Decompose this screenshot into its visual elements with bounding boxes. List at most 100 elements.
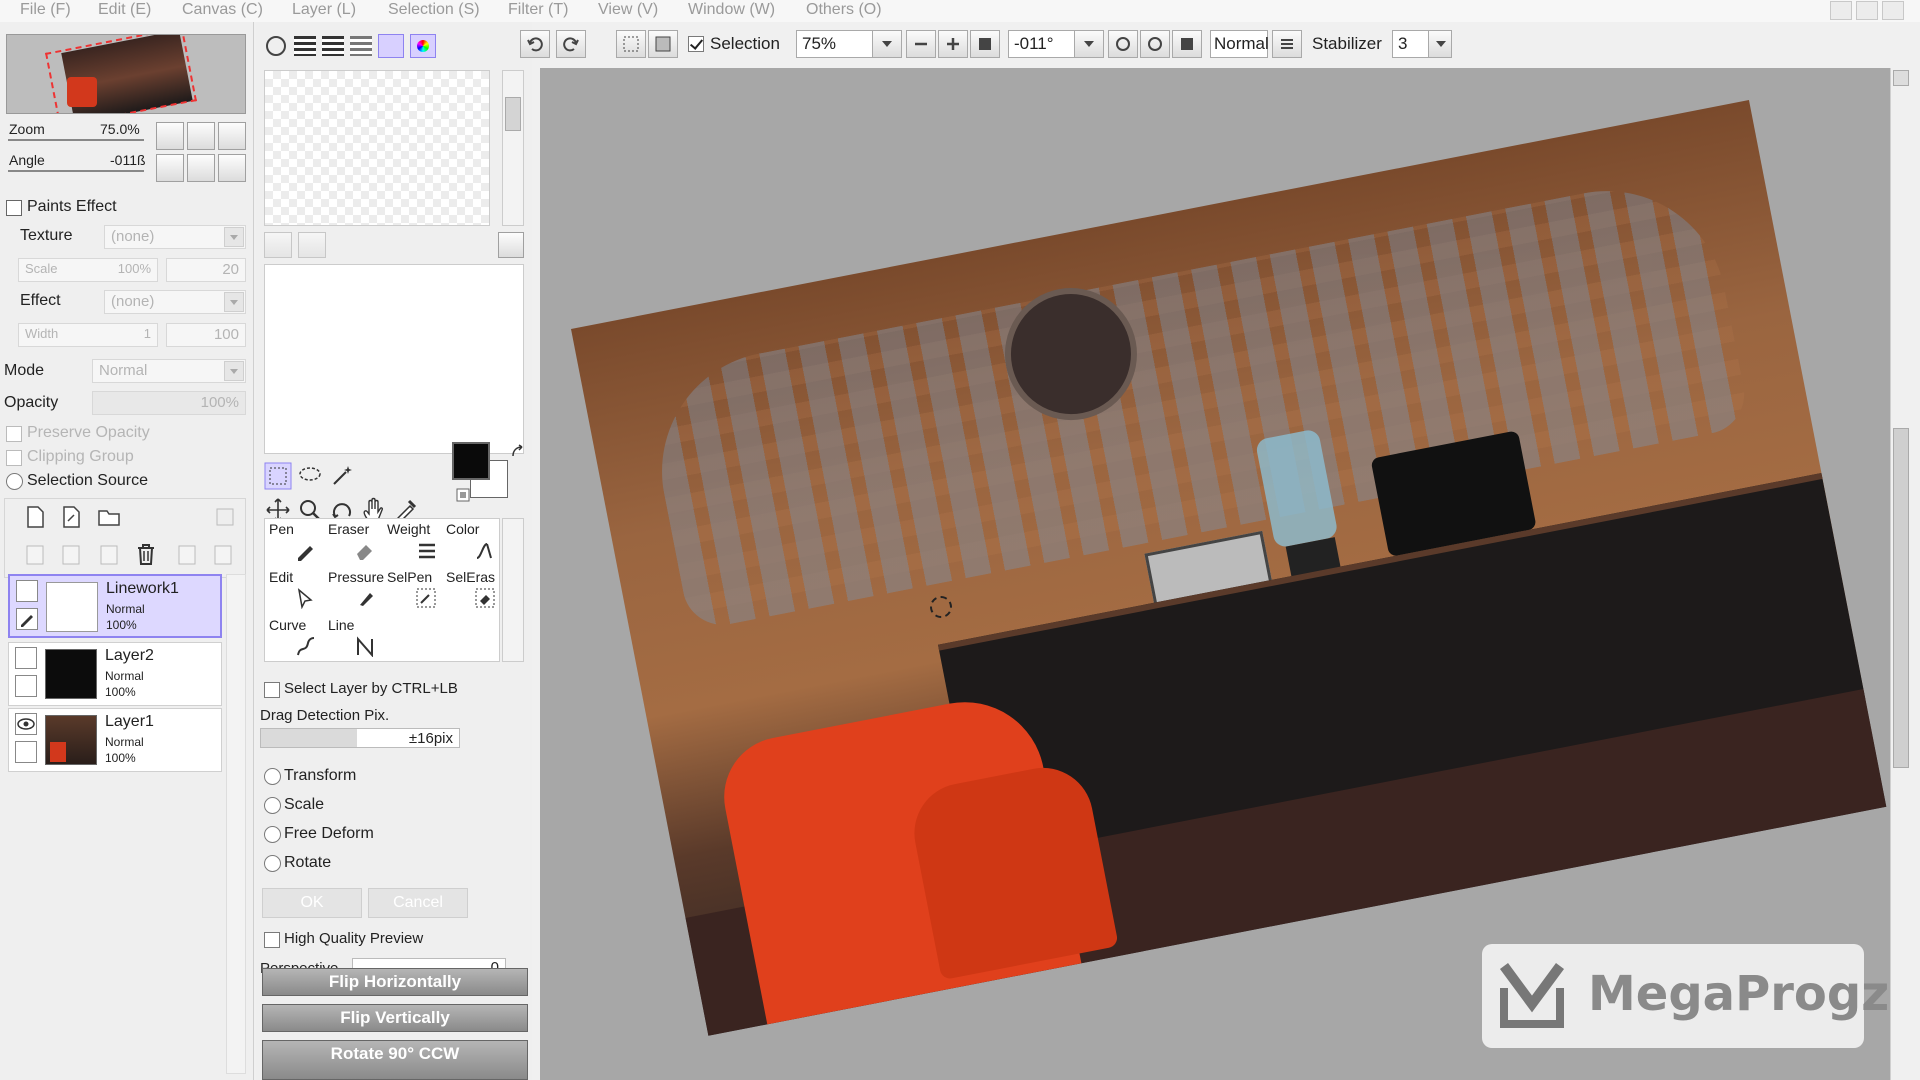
free-deform-radio[interactable] — [264, 826, 281, 843]
linework-pen-icon[interactable] — [16, 608, 38, 630]
tool-color[interactable]: Color — [442, 519, 501, 567]
tool-seleras[interactable]: SelEras — [442, 567, 501, 615]
menu-file[interactable]: File (F) — [20, 1, 71, 19]
flip-horizontally-button[interactable]: Flip Horizontally — [262, 968, 528, 996]
angle-slider[interactable] — [8, 170, 144, 172]
zoom-out-button[interactable] — [156, 122, 184, 150]
menu-canvas[interactable]: Canvas (C) — [182, 1, 263, 19]
delete-layer-icon[interactable] — [133, 541, 159, 567]
tool-pen[interactable]: Pen — [265, 519, 324, 567]
width-num-field[interactable]: 100 — [166, 323, 246, 347]
layer-lock-checkbox[interactable] — [15, 741, 37, 763]
undo-button[interactable] — [520, 30, 550, 58]
new-folder-icon[interactable] — [97, 505, 121, 529]
layer-option-icon[interactable] — [215, 507, 235, 527]
blend-mode-dropdown[interactable]: Normal — [1210, 30, 1269, 58]
user-swatch-icon[interactable] — [410, 34, 436, 58]
zoom-fit-tb-button[interactable] — [970, 30, 1000, 58]
rotate-left-button[interactable] — [156, 154, 184, 182]
rotate-cw-tb-button[interactable] — [1140, 30, 1170, 58]
ok-button[interactable]: OK — [262, 888, 362, 918]
scratchpad[interactable] — [264, 264, 524, 454]
selection-checkbox[interactable] — [688, 36, 704, 52]
menu-selection[interactable]: Selection (S) — [388, 1, 480, 19]
swatches-icon[interactable] — [378, 34, 404, 58]
menu-edit[interactable]: Edit (E) — [98, 1, 151, 19]
swatch-option-button[interactable] — [498, 232, 524, 258]
clear-layer-icon[interactable] — [97, 543, 121, 567]
hsv-slider-icon[interactable] — [322, 36, 344, 56]
layer-scrollbar[interactable] — [226, 574, 246, 1074]
color-wheel-icon[interactable] — [266, 36, 286, 56]
layer-lock-checkbox[interactable] — [15, 675, 37, 697]
texture-dropdown[interactable]: (none) — [104, 225, 246, 249]
transfer-down-icon[interactable] — [23, 543, 47, 567]
rotate-reset-tb-button[interactable] — [1172, 30, 1202, 58]
cancel-button[interactable]: Cancel — [368, 888, 468, 918]
invert-selection-button[interactable] — [648, 30, 678, 58]
rotate-ccw-button[interactable]: Rotate 90° CCW — [262, 1040, 528, 1080]
tool-pressure[interactable]: Pressure — [324, 567, 384, 615]
magic-wand-icon[interactable] — [328, 462, 356, 490]
swap-colors-icon[interactable] — [510, 444, 526, 460]
angle-dropdown-arrow[interactable] — [1074, 30, 1104, 58]
merge-down-icon[interactable] — [59, 543, 83, 567]
tool-edit[interactable]: Edit — [265, 567, 324, 615]
layer-visibility-checkbox[interactable] — [16, 580, 38, 602]
swatch-area[interactable] — [264, 70, 490, 226]
clipping-group-checkbox[interactable] — [6, 450, 22, 466]
drag-detection-slider[interactable]: ±16pix — [260, 728, 460, 748]
menu-filter[interactable]: Filter (T) — [508, 1, 568, 19]
swatch-scrollbar[interactable] — [502, 70, 524, 226]
maximize-button[interactable] — [1856, 1, 1878, 20]
menu-view[interactable]: View (V) — [598, 1, 658, 19]
tool-selpen[interactable]: SelPen — [383, 567, 442, 615]
deselect-button[interactable] — [616, 30, 646, 58]
new-linework-layer-icon[interactable] — [59, 505, 83, 529]
minimize-button[interactable] — [1830, 1, 1852, 20]
tool-curve[interactable]: Curve — [265, 615, 324, 663]
preserve-opacity-checkbox[interactable] — [6, 426, 22, 442]
zoom-reset-button[interactable] — [218, 122, 246, 150]
selection-rect-icon[interactable] — [264, 462, 292, 490]
canvas-area[interactable] — [540, 68, 1890, 1080]
zoom-in-tb-button[interactable] — [938, 30, 968, 58]
menu-window[interactable]: Window (W) — [688, 1, 775, 19]
tool-line[interactable]: Line — [324, 615, 383, 663]
width-field[interactable]: Width 1 — [18, 323, 158, 347]
canvas-scrollbar[interactable] — [1890, 68, 1912, 1080]
scale-radio[interactable] — [264, 797, 281, 814]
tool-weight[interactable]: Weight — [383, 519, 442, 567]
layer-row-layer1[interactable]: Layer1 Normal 100% — [8, 708, 222, 772]
lasso-icon[interactable] — [296, 462, 324, 490]
blend-mode-arrow[interactable] — [1272, 30, 1302, 58]
scale-field[interactable]: Scale 100% — [18, 258, 158, 282]
opacity-slider[interactable]: 100% — [92, 391, 246, 415]
tool-eraser[interactable]: Eraser — [324, 519, 383, 567]
color-mixer-icon[interactable] — [350, 36, 372, 56]
scale-num-field[interactable]: 20 — [166, 258, 246, 282]
stabilizer-arrow[interactable] — [1428, 30, 1452, 58]
rotate-right-button[interactable] — [187, 154, 215, 182]
collapse-icon[interactable] — [6, 200, 22, 216]
transform-radio[interactable] — [264, 768, 281, 785]
rotate-reset-button[interactable] — [218, 154, 246, 182]
brush-scrollbar[interactable] — [502, 518, 524, 662]
navigator-thumbnail[interactable] — [6, 34, 246, 114]
undo-swatch-button[interactable] — [264, 232, 292, 258]
zoom-dropdown-arrow[interactable] — [872, 30, 902, 58]
select-layer-checkbox[interactable] — [264, 682, 280, 698]
layer-row-layer2[interactable]: Layer2 Normal 100% — [8, 642, 222, 706]
selection-source-radio[interactable] — [6, 473, 23, 490]
rgb-slider-icon[interactable] — [294, 36, 316, 56]
zoom-slider[interactable] — [8, 139, 144, 141]
redo-button[interactable] — [556, 30, 586, 58]
rotate-ccw-tb-button[interactable] — [1108, 30, 1138, 58]
layer-row-linework1[interactable]: Linework1 Normal 100% — [8, 574, 222, 638]
redo-swatch-button[interactable] — [298, 232, 326, 258]
high-quality-checkbox[interactable] — [264, 932, 280, 948]
flip-vertically-button[interactable]: Flip Vertically — [262, 1004, 528, 1032]
rotate-radio[interactable] — [264, 855, 281, 872]
zoom-out-tb-button[interactable] — [906, 30, 936, 58]
layer-mask-icon[interactable] — [175, 543, 199, 567]
